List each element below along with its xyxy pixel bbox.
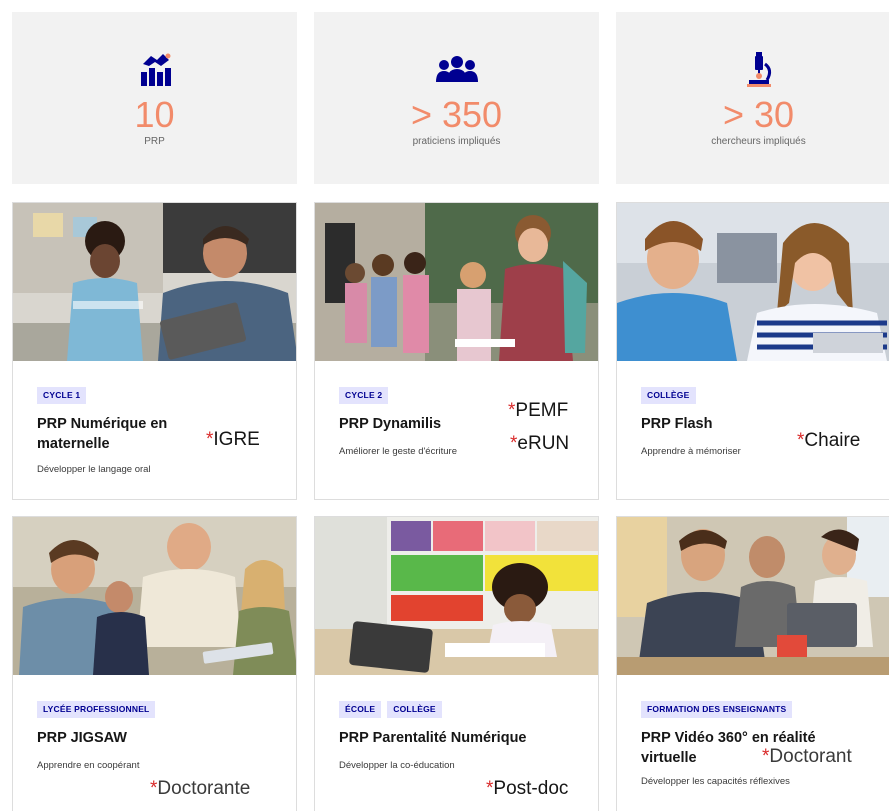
stat-caption: PRP	[144, 136, 165, 147]
annotation-pemf: *PEMF	[508, 400, 569, 421]
two-students-with-tablet-photo	[617, 203, 889, 361]
card-description: Apprendre en coopérant	[37, 760, 140, 771]
card-title[interactable]: PRP JIGSAW	[37, 728, 272, 748]
child-and-teacher-with-tablet-photo	[13, 203, 296, 361]
tag-college: COLLÈGE	[387, 701, 442, 718]
annotation-igre: *IGRE	[206, 429, 260, 450]
stat-caption: chercheurs impliqués	[711, 136, 806, 147]
card-prp-parentalite-numerique[interactable]: ÉCOLE COLLÈGE PRP Parentalité Numérique …	[314, 516, 599, 811]
stat-tile-chercheurs: > 30 chercheurs impliqués	[616, 12, 889, 184]
stat-value: > 350	[410, 94, 503, 135]
stat-caption: praticiens impliqués	[412, 136, 501, 147]
card-title[interactable]: PRP Parentalité Numérique	[339, 728, 574, 748]
pupils-reading-with-tablets-photo	[315, 203, 598, 361]
annotation-postdoc: *Post-doc	[486, 778, 569, 799]
card-prp-flash[interactable]: COLLÈGE PRP Flash Apprendre à mémoriser	[616, 202, 889, 500]
microscope-icon	[739, 50, 779, 90]
stat-tile-prp: 10 PRP	[12, 12, 297, 184]
handshake-chart-icon	[135, 50, 175, 90]
tag-college: COLLÈGE	[641, 387, 696, 404]
adults-working-on-laptop-photo	[617, 517, 889, 675]
child-drawing-at-desk-photo	[315, 517, 598, 675]
stat-tile-praticiens: > 350 praticiens impliqués	[314, 12, 599, 184]
card-description: Développer le langage oral	[37, 464, 151, 475]
tag-cycle-2: CYCLE 2	[339, 387, 389, 404]
card-title[interactable]: PRP Numérique en maternelle	[37, 414, 197, 454]
stat-value: > 30	[722, 94, 795, 135]
tag-lycee-professionnel: LYCÉE PROFESSIONNEL	[37, 701, 156, 718]
tag-cycle-1: CYCLE 1	[37, 387, 87, 404]
people-group-icon	[434, 50, 480, 90]
stat-value: 10	[134, 94, 175, 135]
teacher-helping-students-photo	[13, 517, 296, 675]
tag-formation-des-enseignants: FORMATION DES ENSEIGNANTS	[641, 701, 793, 718]
annotation-chaire: *Chaire	[797, 430, 861, 451]
card-prp-dynamilis[interactable]: CYCLE 2 PRP Dynamilis Améliorer le geste…	[314, 202, 599, 500]
card-prp-jigsaw[interactable]: LYCÉE PROFESSIONNEL PRP JIGSAW Apprendre…	[12, 516, 297, 811]
annotation-doctorant: *Doctorant	[762, 746, 852, 767]
annotation-doctorante: *Doctorante	[150, 778, 251, 799]
annotation-erun: *eRUN	[510, 433, 570, 454]
tag-ecole: ÉCOLE	[339, 701, 382, 718]
card-description: Développer les capacités réflexives	[641, 776, 790, 787]
card-prp-numerique-maternelle[interactable]: CYCLE 1 PRP Numérique en maternelle Déve…	[12, 202, 297, 500]
card-description: Développer la co-éducation	[339, 760, 455, 771]
